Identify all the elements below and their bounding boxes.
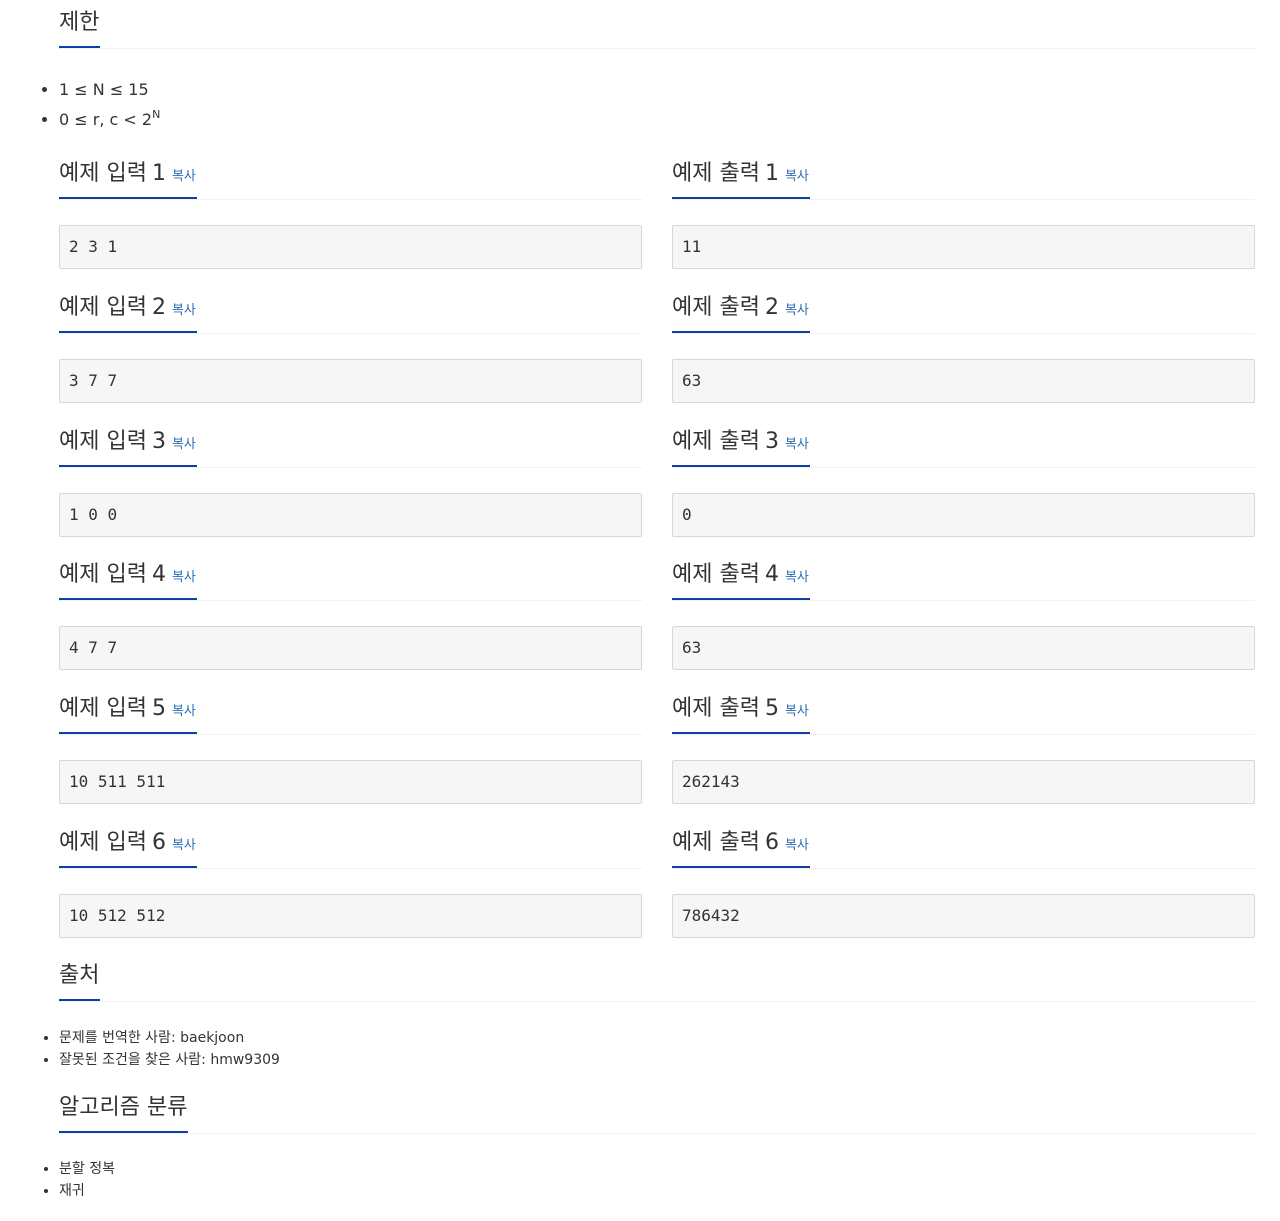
copy-button[interactable]: 복사	[785, 570, 809, 585]
limit-item: 1 ≤ N ≤ 15	[59, 75, 160, 105]
source-item: 잘못된 조건을 찾은 사람: hmw9309	[59, 1049, 280, 1071]
copy-button[interactable]: 복사	[785, 437, 809, 452]
sample-number: 2	[151, 295, 166, 320]
algorithm-tag[interactable]: 재귀	[59, 1180, 115, 1202]
sample-input-header: 예제 입력 3 복사	[59, 419, 641, 468]
sample-output-header: 예제 출력 6 복사	[672, 820, 1254, 869]
sample-title-text: 예제 입력	[59, 295, 147, 320]
sample-number: 5	[151, 696, 166, 721]
sample-output-box[interactable]: 11	[672, 225, 1255, 269]
sample-input-header: 예제 입력 5 복사	[59, 686, 641, 735]
algorithm-header: 알고리즘 분류	[59, 1085, 1255, 1134]
source-item: 문제를 번역한 사람: baekjoon	[59, 1027, 280, 1049]
sample-number: 4	[764, 562, 779, 587]
sample-output-title: 예제 출력 6 복사	[672, 820, 810, 868]
sample-number: 6	[764, 830, 779, 855]
sample-output-header: 예제 출력 5 복사	[672, 686, 1254, 735]
sample-output-title: 예제 출력 4 복사	[672, 552, 810, 600]
sample-input-header: 예제 입력 6 복사	[59, 820, 641, 869]
copy-button[interactable]: 복사	[172, 169, 196, 184]
sample-input-title: 예제 입력 3 복사	[59, 419, 197, 467]
sample-input-box[interactable]: 1 0 0	[59, 493, 642, 537]
copy-button[interactable]: 복사	[172, 838, 196, 853]
sample-title-text: 예제 출력	[672, 161, 760, 186]
sample-title-text: 예제 출력	[672, 696, 760, 721]
sample-input-box[interactable]: 3 7 7	[59, 359, 642, 403]
sample-output-box[interactable]: 262143	[672, 760, 1255, 804]
sample-input-header: 예제 입력 2 복사	[59, 285, 641, 334]
sample-output-box[interactable]: 0	[672, 493, 1255, 537]
sample-number: 3	[151, 429, 166, 454]
algorithm-title: 알고리즘 분류	[59, 1085, 189, 1133]
algorithm-tag[interactable]: 분할 정복	[59, 1158, 115, 1180]
sample-output-box[interactable]: 786432	[672, 894, 1255, 938]
copy-button[interactable]: 복사	[785, 704, 809, 719]
sample-input-box[interactable]: 10 512 512	[59, 894, 642, 938]
sample-title-text: 예제 출력	[672, 562, 760, 587]
source-title: 출처	[59, 953, 101, 1001]
copy-button[interactable]: 복사	[785, 169, 809, 184]
sample-title-text: 예제 입력	[59, 161, 147, 186]
sample-title-text: 예제 입력	[59, 696, 147, 721]
sample-number: 2	[764, 295, 779, 320]
exponent: N	[152, 108, 161, 121]
sample-input-title: 예제 입력 6 복사	[59, 820, 197, 868]
copy-button[interactable]: 복사	[172, 303, 196, 318]
sample-output-box[interactable]: 63	[672, 626, 1255, 670]
sample-input-title: 예제 입력 1 복사	[59, 151, 197, 199]
sample-input-header: 예제 입력 4 복사	[59, 552, 641, 601]
sample-number: 5	[764, 696, 779, 721]
sample-output-title: 예제 출력 5 복사	[672, 686, 810, 734]
user-link[interactable]: hmw9309	[210, 1052, 280, 1068]
sample-number: 4	[151, 562, 166, 587]
sample-input-title: 예제 입력 5 복사	[59, 686, 197, 734]
sample-number: 6	[151, 830, 166, 855]
copy-button[interactable]: 복사	[785, 838, 809, 853]
sample-input-title: 예제 입력 4 복사	[59, 552, 197, 600]
sample-number: 3	[764, 429, 779, 454]
sample-title-text: 예제 입력	[59, 830, 147, 855]
sample-title-text: 예제 출력	[672, 295, 760, 320]
sample-output-header: 예제 출력 1 복사	[672, 151, 1254, 200]
sample-title-text: 예제 입력	[59, 429, 147, 454]
sample-input-header: 예제 입력 1 복사	[59, 151, 641, 200]
user-link[interactable]: baekjoon	[180, 1030, 244, 1046]
limits-header: 제한	[59, 0, 1255, 49]
limits-list: 1 ≤ N ≤ 15 0 ≤ r, c < 2N	[39, 75, 160, 135]
sample-title-text: 예제 입력	[59, 562, 147, 587]
source-list: 문제를 번역한 사람: baekjoon 잘못된 조건을 찾은 사람: hmw9…	[39, 1027, 280, 1071]
sample-number: 1	[151, 161, 166, 186]
sample-title-text: 예제 출력	[672, 830, 760, 855]
source-header: 출처	[59, 953, 1255, 1002]
algorithm-list: 분할 정복 재귀	[39, 1158, 115, 1202]
sample-input-box[interactable]: 10 511 511	[59, 760, 642, 804]
sample-output-header: 예제 출력 4 복사	[672, 552, 1254, 601]
sample-output-header: 예제 출력 2 복사	[672, 285, 1254, 334]
sample-output-title: 예제 출력 2 복사	[672, 285, 810, 333]
sample-input-title: 예제 입력 2 복사	[59, 285, 197, 333]
sample-output-title: 예제 출력 3 복사	[672, 419, 810, 467]
sample-output-header: 예제 출력 3 복사	[672, 419, 1254, 468]
sample-output-title: 예제 출력 1 복사	[672, 151, 810, 199]
copy-button[interactable]: 복사	[785, 303, 809, 318]
sample-input-box[interactable]: 4 7 7	[59, 626, 642, 670]
sample-output-box[interactable]: 63	[672, 359, 1255, 403]
sample-number: 1	[764, 161, 779, 186]
copy-button[interactable]: 복사	[172, 704, 196, 719]
copy-button[interactable]: 복사	[172, 570, 196, 585]
limits-title: 제한	[59, 0, 101, 48]
copy-button[interactable]: 복사	[172, 437, 196, 452]
limit-item: 0 ≤ r, c < 2N	[59, 105, 160, 135]
sample-title-text: 예제 출력	[672, 429, 760, 454]
sample-input-box[interactable]: 2 3 1	[59, 225, 642, 269]
